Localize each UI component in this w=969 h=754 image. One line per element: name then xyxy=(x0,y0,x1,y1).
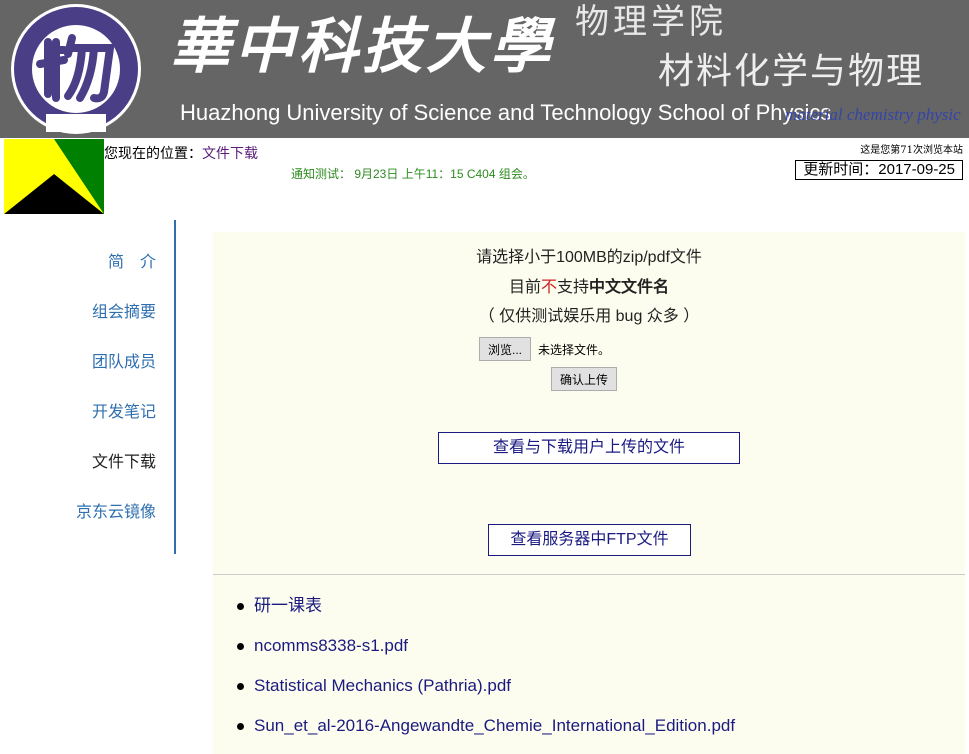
upload-warning-mid: 支持 xyxy=(557,279,590,296)
visit-counter: 这是您第71次浏览本站 xyxy=(860,145,963,156)
breadcrumb-current-link[interactable]: 文件下载 xyxy=(202,145,258,161)
no-file-selected-text: 未选择文件。 xyxy=(538,342,611,357)
list-item: Statistical Mechanics (Pathria).pdf xyxy=(233,674,735,714)
sidebar-item-intro[interactable]: 简 介 xyxy=(108,253,156,273)
browse-button[interactable]: 浏览... xyxy=(479,337,532,361)
divider xyxy=(213,574,965,575)
upload-warning-prefix: 目前 xyxy=(508,279,541,296)
sidebar-item-dev-notes[interactable]: 开发笔记 xyxy=(92,403,156,423)
upload-note: （ 仅供测试娱乐用 bug 众多 ） xyxy=(478,308,700,325)
breadcrumb: 您现在的位置：文件下载 xyxy=(104,144,258,162)
file-list: 研一课表 ncomms8338-s1.pdf Statistical Mecha… xyxy=(233,594,735,754)
file-link[interactable]: Statistical Mechanics (Pathria).pdf xyxy=(254,676,511,695)
sidebar-item-file-download[interactable]: 文件下载 xyxy=(92,453,156,473)
list-item: ncomms8338-s1.pdf xyxy=(233,634,735,674)
update-time-badge: 更新时间：2017-09-25 xyxy=(795,160,963,180)
upload-instruction: 请选择小于100MB的zip/pdf文件 xyxy=(476,249,702,266)
university-name-en: Huazhong University of Science and Techn… xyxy=(180,100,832,125)
site-color-logo xyxy=(4,139,104,214)
upload-warning-bold: 中文文件名 xyxy=(589,279,670,296)
breadcrumb-label: 您现在的位置： xyxy=(104,145,202,161)
header-banner: 華中科技大學 物理学院 材料化学与物理 Huazhong University … xyxy=(0,0,969,138)
file-link[interactable]: ncomms8338-s1.pdf xyxy=(254,636,408,655)
school-name-cn: 物理学院 xyxy=(575,2,727,42)
confirm-upload-button[interactable]: 确认上传 xyxy=(551,367,618,391)
sidebar-nav: 简 介 组会摘要 团队成员 开发笔记 文件下载 京东云镜像 xyxy=(0,220,176,554)
main-content: 请选择小于100MB的zip/pdf文件 目前不支持中文文件名 （ 仅供测试娱乐… xyxy=(213,232,965,754)
notice-text: 通知测试： 9月23日 上午11：15 C404 组会。 xyxy=(291,167,535,181)
university-name-cn: 華中科技大學 xyxy=(170,12,554,82)
upload-warning: 目前不支持中文文件名 xyxy=(213,278,965,298)
upload-warning-not: 不 xyxy=(540,279,557,296)
university-seal-logo xyxy=(11,4,141,134)
sidebar-item-meeting-abstracts[interactable]: 组会摘要 xyxy=(92,303,156,323)
lab-name-cn: 材料化学与物理 xyxy=(658,51,925,92)
list-item: 研一课表 xyxy=(233,594,735,634)
sidebar-item-jd-cloud-mirror[interactable]: 京东云镜像 xyxy=(76,503,156,523)
file-link[interactable]: 研一课表 xyxy=(254,596,322,615)
sidebar-item-team-members[interactable]: 团队成员 xyxy=(92,353,156,373)
view-uploaded-files-button[interactable]: 查看与下载用户上传的文件 xyxy=(438,432,740,464)
file-link[interactable]: Sun_et_al-2016-Angewandte_Chemie_Interna… xyxy=(254,716,735,735)
lab-name-en: material chemistry physic xyxy=(785,105,961,124)
list-item: Sun_et_al-2016-Angewandte_Chemie_Interna… xyxy=(233,714,735,754)
file-input: 浏览... 未选择文件。 xyxy=(479,336,610,362)
view-ftp-files-button[interactable]: 查看服务器中FTP文件 xyxy=(488,524,691,556)
